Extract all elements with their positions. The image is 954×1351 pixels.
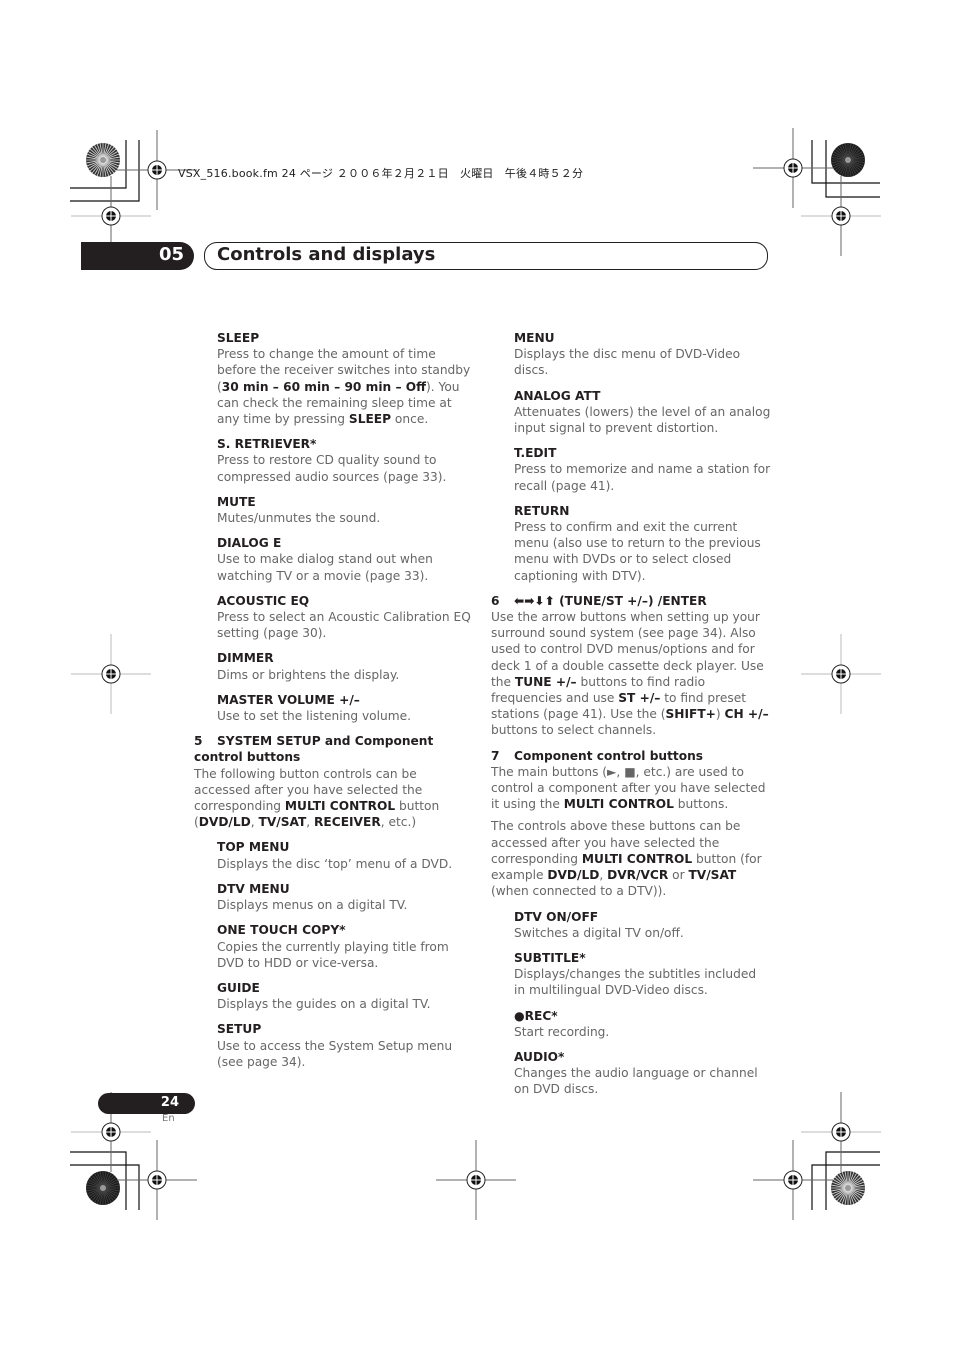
chapter-title-box: Controls and displays: [204, 242, 768, 270]
control-item-description: Displays the disc menu of DVD-Video disc…: [514, 347, 741, 378]
control-item-heading: TOP MENU: [217, 840, 290, 855]
control-item-heading: ACOUSTIC EQ: [217, 593, 310, 608]
print-header: VSX_516.book.fm 24 ページ ２００６年２月２１日 火曜日 午後…: [178, 167, 584, 180]
control-item-heading: DTV MENU: [217, 881, 290, 896]
control-item-heading: MASTER VOLUME +/–: [217, 692, 360, 707]
section-paragraph: The controls above these buttons can be …: [491, 819, 762, 899]
control-item-description: Press to select an Acoustic Calibration …: [217, 610, 471, 641]
control-item-heading: T.EDIT: [514, 446, 557, 461]
control-item-description: Copies the currently playing title from …: [217, 939, 449, 970]
control-item-description: Displays menus on a digital TV.: [217, 898, 408, 913]
control-item: DTV MENU Displays menus on a digital TV.: [217, 881, 474, 913]
control-item: DIMMER Dims or brightens the display.: [217, 650, 474, 682]
control-item-heading: MENU: [514, 331, 555, 345]
control-item-heading: SLEEP: [217, 331, 260, 345]
target-center: [845, 157, 851, 163]
control-item-heading: DIALOG E: [217, 536, 282, 551]
section-7: 7 Component control buttons The main butt…: [491, 748, 771, 900]
section-7-heading: 7 Component control buttons: [491, 748, 704, 763]
control-item-description: Start recording.: [514, 1024, 610, 1039]
section-paragraph: Use the arrow buttons when setting up yo…: [491, 610, 769, 738]
control-item-heading: MUTE: [217, 494, 256, 509]
control-item-heading: S. RETRIEVER*: [217, 437, 317, 452]
page-number-badge: 24: [98, 1093, 195, 1114]
left-items-top: SLEEP Press to change the amount of time …: [194, 330, 474, 724]
chapter-title: Controls and displays: [217, 244, 436, 265]
chapter-number-badge: 05: [81, 242, 194, 270]
control-item-description: Switches a digital TV on/off.: [514, 925, 684, 940]
control-item: RETURN Press to confirm and exit the curr…: [514, 503, 771, 584]
control-item-description: Changes the audio language or channel on…: [514, 1066, 758, 1097]
control-item-description: Attenuates (lowers) the level of an anal…: [514, 404, 771, 436]
section-5: 5 SYSTEM SETUP and Component control butt…: [194, 733, 474, 830]
control-item-description: Mutes/unmutes the sound.: [217, 511, 381, 526]
control-item-description: Press to restore CD quality sound to com…: [217, 453, 447, 484]
control-item: DIALOG E Use to make dialog stand out whe…: [217, 535, 474, 584]
section-paragraph: The following button controls can be acc…: [194, 766, 440, 830]
section-6-body: Use the arrow buttons when setting up yo…: [491, 609, 771, 739]
control-item: TOP MENU Displays the disc ‘top’ menu of …: [217, 839, 474, 871]
control-item: GUIDE Displays the guides on a digital TV…: [217, 980, 474, 1012]
target-center: [100, 1185, 106, 1191]
control-item: DTV ON/OFF Switches a digital TV on/off.: [514, 909, 771, 941]
control-item-heading: GUIDE: [217, 980, 260, 995]
control-item: SETUP Use to access the System Setup menu…: [217, 1021, 474, 1070]
section-5-heading: 5 SYSTEM SETUP and Component control butt…: [194, 734, 434, 765]
section-5-body: The following button controls can be acc…: [194, 766, 474, 831]
control-item-heading: ONE TOUCH COPY*: [217, 923, 346, 938]
control-item-heading: SETUP: [217, 1022, 262, 1037]
section-6-heading: 6 ⬅➡⬇⬆ (TUNE/ST +/–) /ENTER: [491, 593, 707, 608]
target-center: [845, 1185, 851, 1191]
control-item-heading: DIMMER: [217, 651, 274, 666]
section-6: 6 ⬅➡⬇⬆ (TUNE/ST +/–) /ENTER Use the arrow…: [491, 593, 771, 739]
control-item: SLEEP Press to change the amount of time …: [217, 330, 474, 427]
right-items-top: MENU Displays the disc menu of DVD-Video …: [491, 330, 771, 584]
control-item-heading: DTV ON/OFF: [514, 909, 599, 924]
page-language: En: [162, 1113, 175, 1124]
page-number: 24: [160, 1095, 179, 1110]
target-center: [100, 157, 106, 163]
control-item-heading: AUDIO*: [514, 1049, 565, 1064]
control-item-description: Displays the disc ‘top’ menu of a DVD.: [217, 856, 453, 871]
control-item: ANALOG ATT Attenuates (lowers) the level …: [514, 388, 771, 437]
control-item-description: Dims or brightens the display.: [217, 667, 400, 682]
control-item-heading: ●REC*: [514, 1008, 558, 1023]
left-column: SLEEP Press to change the amount of time …: [194, 330, 474, 1079]
control-item-description: Use to access the System Setup menu (see…: [217, 1038, 453, 1069]
control-item-description: Press to memorize and name a station for…: [514, 462, 771, 493]
control-item: T.EDIT Press to memorize and name a stati…: [514, 445, 771, 494]
control-item: MENU Displays the disc menu of DVD-Video …: [514, 330, 771, 379]
section-paragraph: The main buttons (►, ■, etc.) are used t…: [491, 764, 766, 812]
control-item-description: Displays the guides on a digital TV.: [217, 997, 431, 1012]
right-column: MENU Displays the disc menu of DVD-Video …: [491, 330, 771, 1107]
control-item-description: Use to make dialog stand out when watchi…: [217, 552, 433, 583]
control-item-description: Press to confirm and exit the current me…: [514, 520, 761, 583]
control-item-heading: SUBTITLE*: [514, 950, 586, 965]
control-item: SUBTITLE* Displays/changes the subtitles …: [514, 950, 771, 999]
control-item: MASTER VOLUME +/– Use to set the listenin…: [217, 692, 474, 724]
section-7-body: The main buttons (►, ■, etc.) are used t…: [491, 764, 771, 900]
registration-marks: [70, 128, 881, 1220]
control-item: ●REC* Start recording.: [514, 1008, 771, 1040]
control-item-heading: RETURN: [514, 503, 570, 518]
control-item: ONE TOUCH COPY* Copies the currently play…: [217, 922, 474, 971]
control-item: S. RETRIEVER* Press to restore CD quality…: [217, 436, 474, 485]
control-item-description: Press to change the amount of time befor…: [217, 347, 471, 427]
left-items-bottom: TOP MENU Displays the disc ‘top’ menu of …: [194, 839, 474, 1069]
control-item: ACOUSTIC EQ Press to select an Acoustic C…: [217, 593, 474, 642]
control-item: MUTE Mutes/unmutes the sound.: [217, 494, 474, 526]
chapter-number: 05: [158, 244, 184, 265]
control-item: AUDIO* Changes the audio language or chan…: [514, 1049, 771, 1098]
control-item-description: Displays/changes the subtitles included …: [514, 967, 757, 998]
right-items-bottom: DTV ON/OFF Switches a digital TV on/off. S…: [491, 909, 771, 1098]
control-item-description: Use to set the listening volume.: [217, 709, 411, 724]
control-item-heading: ANALOG ATT: [514, 388, 601, 403]
